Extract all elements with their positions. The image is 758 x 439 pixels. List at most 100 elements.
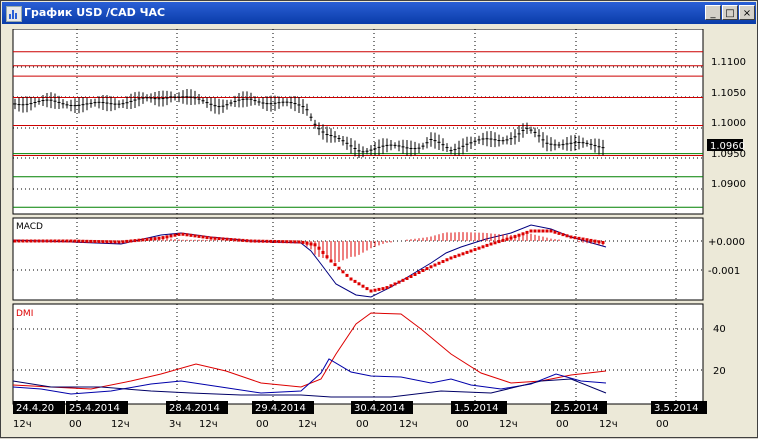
macd-signal-point <box>461 252 465 256</box>
macd-signal-point <box>281 240 285 244</box>
macd-signal-point <box>173 233 177 237</box>
macd-signal-point <box>357 282 361 286</box>
price-axis-label: 1.1000 <box>711 118 746 129</box>
macd-signal-point <box>485 243 489 247</box>
macd-signal-point <box>181 232 185 236</box>
macd-signal-point <box>545 229 549 233</box>
dmi-panel[interactable] <box>12 303 704 405</box>
hour-label: 12ч <box>199 419 218 430</box>
macd-signal-point <box>421 269 425 272</box>
macd-signal-point <box>341 270 345 274</box>
macd-signal-point <box>577 236 581 240</box>
macd-signal-point <box>337 266 341 270</box>
hour-label: 12ч <box>599 419 618 430</box>
macd-signal-point <box>349 277 353 281</box>
macd-signal-point <box>477 246 481 250</box>
macd-signal-point <box>557 231 561 235</box>
macd-signal-point <box>473 248 477 252</box>
macd-signal-point <box>569 235 573 239</box>
hour-label: 12ч <box>13 419 32 430</box>
macd-signal-point <box>573 236 577 240</box>
macd-signal-point <box>273 239 277 243</box>
macd-signal-point <box>553 230 557 234</box>
macd-signal-point <box>449 256 453 260</box>
macd-signal-point <box>581 237 585 241</box>
macd-axis-label: +0.000 <box>708 237 745 248</box>
macd-panel[interactable] <box>12 217 704 301</box>
macd-signal-point <box>49 239 53 243</box>
date-label: 25.4.2014 <box>66 401 128 414</box>
hour-label: 12ч <box>298 419 317 430</box>
macd-signal-point <box>201 235 205 239</box>
macd-signal-point <box>457 253 461 257</box>
macd-signal-point <box>393 282 397 286</box>
macd-signal-point <box>25 239 29 243</box>
chart-area[interactable]: 1.1100 1.1050 1.1000 1.0950 1.0900 1.096… <box>11 28 757 435</box>
svg-text:30.4.2014: 30.4.2014 <box>354 403 405 414</box>
macd-signal-point <box>165 235 169 239</box>
macd-signal-point <box>197 234 201 238</box>
macd-label: MACD <box>16 222 43 232</box>
macd-signal-point <box>481 245 485 249</box>
macd-signal-point <box>465 250 469 254</box>
macd-signal-point <box>269 239 273 243</box>
macd-signal-point <box>285 240 289 244</box>
macd-signal-point <box>41 239 45 243</box>
window-title: График USD /CAD ЧАС <box>24 6 166 19</box>
title-bar[interactable]: График USD /CAD ЧАС _ □ × <box>2 2 756 24</box>
maximize-button[interactable]: □ <box>722 5 738 20</box>
macd-signal-point <box>493 241 497 245</box>
macd-signal-point <box>133 239 137 243</box>
macd-signal-point <box>221 237 225 241</box>
macd-signal-point <box>289 240 293 244</box>
chart-window: График USD /CAD ЧАС _ □ × 1.1100 1.1050 … <box>0 0 758 438</box>
macd-signal-point <box>441 260 445 264</box>
price-axis-label: 1.1050 <box>711 88 746 99</box>
price-axis-label: 1.0900 <box>711 179 746 190</box>
dmi-label: DMI <box>16 309 33 319</box>
hour-label: 00 <box>556 419 569 430</box>
macd-signal-point <box>189 233 193 237</box>
macd-signal-point <box>33 239 37 243</box>
hour-label: 12ч <box>111 419 130 430</box>
macd-signal-point <box>241 238 245 242</box>
hour-label: 3ч <box>169 419 181 430</box>
macd-signal-point <box>585 238 589 242</box>
macd-signal-point <box>405 277 409 280</box>
macd-signal-point <box>429 265 433 269</box>
macd-signal-point <box>425 267 429 271</box>
price-panel[interactable] <box>12 28 704 215</box>
macd-signal-point <box>541 229 545 233</box>
date-label: 30.4.2014 <box>351 401 413 414</box>
chart-canvas[interactable]: 1.1100 1.1050 1.1000 1.0950 1.0900 1.096… <box>11 28 757 435</box>
svg-text:29.4.2014: 29.4.2014 <box>255 403 306 414</box>
macd-signal-point <box>489 242 493 246</box>
macd-signal-point <box>453 255 457 259</box>
dmi-axis-label: 40 <box>713 324 726 335</box>
macd-signal-point <box>185 233 189 237</box>
macd-signal-point <box>177 232 181 236</box>
macd-signal-point <box>61 239 65 243</box>
close-button[interactable]: × <box>739 5 755 20</box>
hour-label: 00 <box>656 419 669 430</box>
macd-signal-point <box>385 286 389 290</box>
svg-text:24.4.20: 24.4.20 <box>16 403 54 414</box>
hour-label: 00 <box>356 419 369 430</box>
macd-signal-point <box>381 287 385 291</box>
macd-signal-point <box>409 275 413 278</box>
svg-text:28.4.2014: 28.4.2014 <box>169 403 220 414</box>
minimize-button[interactable]: _ <box>705 5 721 20</box>
macd-signal-point <box>529 229 533 233</box>
date-label: 2.5.2014 <box>551 401 607 414</box>
macd-signal-point <box>345 273 349 277</box>
macd-signal-point <box>233 238 237 242</box>
macd-signal-point <box>525 230 529 234</box>
chart-app-icon <box>6 6 22 22</box>
hour-label: 00 <box>456 419 469 430</box>
macd-signal-point <box>389 284 393 288</box>
macd-signal-point <box>237 238 241 242</box>
macd-signal-point <box>205 235 209 239</box>
macd-signal-point <box>129 239 133 243</box>
hour-label: 00 <box>69 419 82 430</box>
macd-signal-point <box>213 236 217 240</box>
